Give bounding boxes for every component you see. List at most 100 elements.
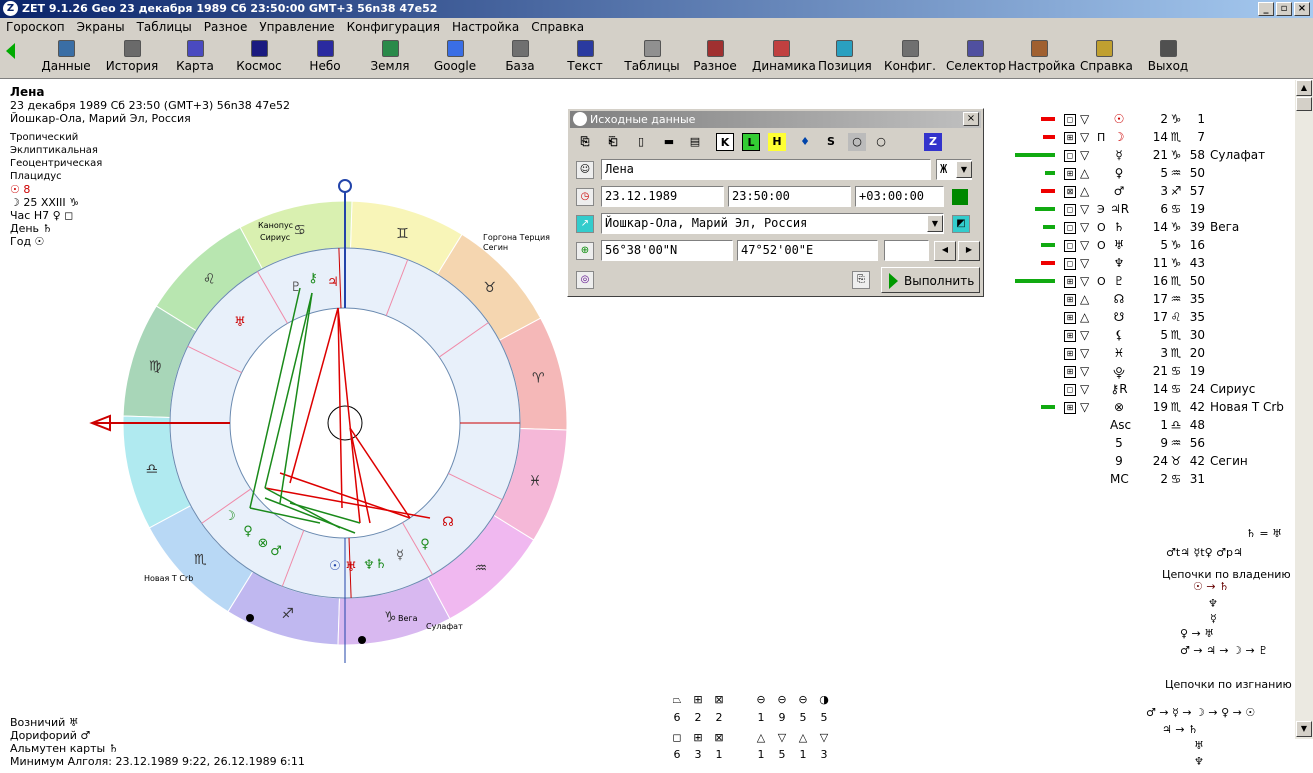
copy-icon[interactable]: ⎘ bbox=[852, 271, 870, 289]
dialog-tool-1[interactable]: ⎗ bbox=[604, 133, 622, 151]
menu-tables[interactable]: Таблицы bbox=[131, 18, 198, 37]
dialog-close-button[interactable]: × bbox=[963, 112, 979, 126]
toolbar-button-1[interactable]: История bbox=[102, 38, 162, 76]
planet-row[interactable]: 5 9 ♒ 56 bbox=[1010, 436, 1300, 454]
dialog-tool-3[interactable]: ▬ bbox=[660, 133, 678, 151]
planet-row[interactable]: ◻ ▽ ☉ 2 ♑ 1 bbox=[1010, 112, 1300, 130]
dialog-tool-4[interactable]: ▤ bbox=[686, 133, 704, 151]
toolbar-button-7[interactable]: База bbox=[496, 38, 544, 76]
planet-row[interactable]: ◻ ▽ ☿ 21 ♑ 58 Сулафат bbox=[1010, 148, 1300, 166]
execute-label: Выполнить bbox=[904, 274, 975, 288]
box: ⊞ bbox=[1064, 312, 1076, 324]
planet-row[interactable]: ◻ ▽ Э ♃R 6 ♋ 19 bbox=[1010, 202, 1300, 220]
toolbar-button-17[interactable]: Выход bbox=[1146, 38, 1190, 76]
planet-row[interactable]: Asc 1 ♎ 48 bbox=[1010, 418, 1300, 436]
toolbar-button-2[interactable]: Карта bbox=[170, 38, 220, 76]
planet-row[interactable]: ◻ ▽ ⚷R 14 ♋ 24 Сириус bbox=[1010, 382, 1300, 400]
place-dropdown-icon[interactable]: ▼ bbox=[927, 215, 943, 232]
gender-dropdown-icon[interactable]: ▼ bbox=[956, 161, 972, 178]
planet-row[interactable]: ⊞ ▽ Π ☽ 14 ♏ 7 bbox=[1010, 130, 1300, 148]
scroll-thumb[interactable] bbox=[1296, 97, 1312, 111]
text-icon bbox=[576, 40, 594, 57]
longitude-field[interactable]: 47°52'00"E bbox=[737, 240, 878, 261]
planet-row[interactable]: ◻ ▽ ♆ 11 ♑ 43 bbox=[1010, 256, 1300, 274]
toolbar-button-15[interactable]: Настройка bbox=[1008, 38, 1075, 76]
dialog-tool-5[interactable]: K bbox=[716, 133, 734, 151]
toolbar-button-13[interactable]: Конфиг. bbox=[884, 38, 936, 76]
planet-row[interactable]: ⊞ ▽ О ♇ 16 ♏ 50 bbox=[1010, 274, 1300, 292]
minimize-button[interactable]: _ bbox=[1258, 2, 1274, 16]
selector-icon bbox=[966, 40, 984, 57]
toolbar-label: Космос bbox=[236, 59, 282, 73]
menu-screens[interactable]: Экраны bbox=[71, 18, 131, 37]
extra-field[interactable] bbox=[884, 240, 929, 261]
dialog-tool-11[interactable]: ○ bbox=[872, 133, 890, 151]
planet-row[interactable]: MC 2 ♋ 31 bbox=[1010, 472, 1300, 490]
planet-glyph: ♅ bbox=[345, 560, 357, 575]
timezone-field[interactable]: +03:00:00 bbox=[855, 186, 944, 207]
dialog-title-bar[interactable]: Исходные данные × bbox=[570, 111, 981, 128]
planet-row[interactable]: ⊞ △ ☊ 17 ♒ 35 bbox=[1010, 292, 1300, 310]
planet-row[interactable]: ⊞ △ ☋ 17 ♌ 35 bbox=[1010, 310, 1300, 328]
planet-row[interactable]: ◻ ▽ О ♅ 5 ♑ 16 bbox=[1010, 238, 1300, 256]
toolbar-button-6[interactable]: Google bbox=[430, 38, 480, 76]
toolbar-button-9[interactable]: Таблицы bbox=[624, 38, 680, 76]
atlas-icon[interactable]: ◎ bbox=[576, 271, 594, 289]
dialog-tool-12[interactable]: Z bbox=[924, 133, 942, 151]
planet-row[interactable]: ⊞ ▽ ⊗ 19 ♏ 42 Новая T Crb bbox=[1010, 400, 1300, 418]
dialog-tool-9[interactable]: S bbox=[822, 133, 840, 151]
minute: 1 bbox=[1197, 112, 1205, 126]
planet-row[interactable]: ◻ ▽ О ♄ 14 ♑ 39 Вега bbox=[1010, 220, 1300, 238]
execute-button[interactable]: Выполнить bbox=[881, 267, 980, 293]
dialog-tool-2[interactable]: ▯ bbox=[632, 133, 650, 151]
planet-row[interactable]: ⊞ ▽ ⯓ 21 ♋ 19 bbox=[1010, 364, 1300, 382]
toolbar-button-16[interactable]: Справка bbox=[1080, 38, 1133, 76]
menu-misc[interactable]: Разное bbox=[198, 18, 254, 37]
place-field[interactable]: Йошкар-Ола, Марий Эл, Россия bbox=[601, 213, 944, 234]
name-field[interactable]: Лена bbox=[601, 159, 931, 180]
planet-row[interactable]: ⊠ △ ♂ 3 ♐ 57 bbox=[1010, 184, 1300, 202]
toolbar-button-10[interactable]: Разное bbox=[690, 38, 740, 76]
toolbar-button-12[interactable]: Позиция bbox=[818, 38, 872, 76]
latitude-field[interactable]: 56°38'00"N bbox=[601, 240, 733, 261]
toolbar-button-4[interactable]: Небо bbox=[300, 38, 350, 76]
menu-control[interactable]: Управление bbox=[253, 18, 340, 37]
menu-horoscope[interactable]: Гороскоп bbox=[0, 18, 71, 37]
planet-row[interactable]: ⊞ △ ♀ 5 ♒ 50 bbox=[1010, 166, 1300, 184]
menu-settings[interactable]: Настройка bbox=[446, 18, 525, 37]
scroll-up-button[interactable]: ▲ bbox=[1296, 80, 1312, 96]
toolbar-button-8[interactable]: Текст bbox=[560, 38, 610, 76]
planet-row[interactable]: 9 24 ♉ 42 Сегин bbox=[1010, 454, 1300, 472]
planet-row[interactable]: ⊞ ▽ ♓︎ 3 ♏ 20 bbox=[1010, 346, 1300, 364]
dialog-tool-7[interactable]: H bbox=[768, 133, 786, 151]
toolbar-button-0[interactable]: Данные bbox=[40, 38, 92, 76]
dialog-tool-6[interactable]: L bbox=[742, 133, 760, 151]
next-button[interactable]: ▶ bbox=[958, 241, 980, 261]
time-field[interactable]: 23:50:00 bbox=[728, 186, 851, 207]
restore-button[interactable]: ▫ bbox=[1276, 2, 1292, 16]
close-button[interactable]: × bbox=[1294, 2, 1310, 16]
toolbar-button-14[interactable]: Селектор bbox=[946, 38, 1006, 76]
toolbar-button-3[interactable]: Космос bbox=[232, 38, 286, 76]
minute: 24 bbox=[1189, 382, 1205, 396]
menu-configuration[interactable]: Конфигурация bbox=[341, 18, 446, 37]
planet-glyph: ♃ bbox=[327, 275, 339, 290]
back-arrow-icon[interactable] bbox=[6, 43, 15, 59]
map-pick-icon[interactable]: ◩ bbox=[952, 215, 970, 233]
menu-help[interactable]: Справка bbox=[525, 18, 590, 37]
horoscope-wheel[interactable]: ♈ ♉ ♊ ♋ ♌ ♍ ♎ ♏ ♐ ♑ ♒ ♓ ♃ ⚷ ♇ ♅ ☉ ♅ ♆ ♄ ☿ ♀ ☊ ☽ ♂⊗ ♀ Канопус Сириус… bbox=[80, 178, 580, 663]
dialog-tool-0[interactable]: ⎘ bbox=[576, 133, 594, 151]
vertical-scrollbar[interactable]: ▲ ▼ bbox=[1295, 80, 1313, 739]
toolbar-button-11[interactable]: Динамика bbox=[752, 38, 816, 76]
sign-glyph: ♏ bbox=[1170, 130, 1182, 144]
prev-button[interactable]: ◀ bbox=[934, 241, 956, 261]
scroll-down-button[interactable]: ▼ bbox=[1296, 721, 1312, 737]
planet-row[interactable]: ⊞ ▽ ⚸ 5 ♏ 30 bbox=[1010, 328, 1300, 346]
toolbar-button-5[interactable]: Земля bbox=[364, 38, 416, 76]
timezone-status-icon[interactable] bbox=[952, 189, 968, 205]
dialog-tool-8[interactable]: ♦ bbox=[796, 133, 814, 151]
dialog-tool-10[interactable]: ○ bbox=[848, 133, 866, 151]
minute: 19 bbox=[1189, 202, 1205, 216]
date-field[interactable]: 23.12.1989 bbox=[601, 186, 724, 207]
center-circle bbox=[327, 405, 363, 441]
